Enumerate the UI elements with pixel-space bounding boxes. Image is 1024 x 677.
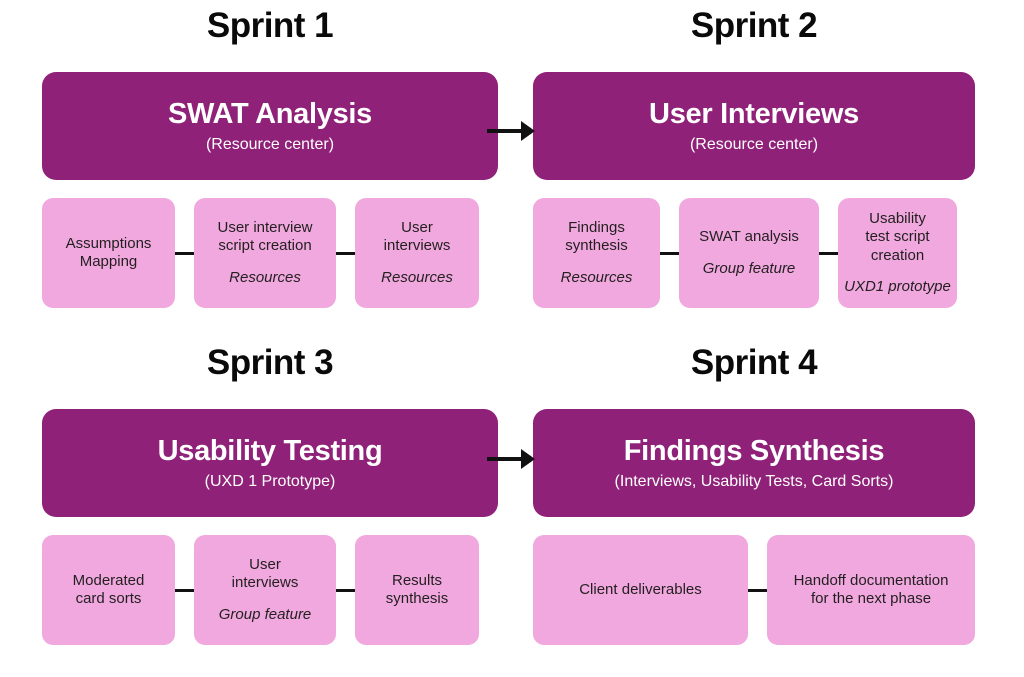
task-note: Group feature: [218, 605, 312, 623]
sprint-group-4: Sprint 4 Findings Synthesis (Interviews,…: [533, 345, 975, 645]
task-card[interactable]: Handoff documentation for the next phase: [767, 535, 975, 645]
task-card[interactable]: User interviews Group feature: [194, 535, 336, 645]
sprint-task-row-2: Findings synthesis Resources SWAT analysi…: [533, 198, 975, 308]
task-connector: [336, 251, 355, 255]
task-card[interactable]: Usability test script creation UXD1 protot…: [838, 198, 957, 308]
arrow-head: [521, 121, 535, 141]
task-card[interactable]: SWAT analysis Group feature: [679, 198, 819, 308]
task-note: UXD1 prototype: [844, 277, 951, 295]
sprint-main-subtitle-2: (Resource center): [689, 136, 819, 154]
sprint-group-1: Sprint 1 SWAT Analysis (Resource center)…: [42, 8, 498, 308]
sprint-roadmap-diagram: Sprint 1 SWAT Analysis (Resource center)…: [0, 0, 1024, 677]
sprint-main-card-2[interactable]: User Interviews (Resource center): [533, 72, 975, 180]
task-card[interactable]: User interviews Resources: [355, 198, 479, 308]
task-card[interactable]: User interview script creation Resources: [194, 198, 336, 308]
task-label: Moderated card sorts: [72, 571, 145, 607]
sprint-title-2: Sprint 2: [690, 6, 818, 45]
task-note: Group feature: [702, 259, 796, 277]
task-label: Results synthesis: [385, 571, 449, 607]
task-note: Resources: [229, 268, 301, 286]
task-label: Assumptions Mapping: [65, 234, 152, 270]
task-label: Handoff documentation for the next phase: [793, 571, 949, 607]
task-card[interactable]: Moderated card sorts: [42, 535, 175, 645]
sprint-title-1: Sprint 1: [206, 6, 334, 45]
task-connector: [336, 588, 355, 592]
task-label: User interviews: [383, 219, 451, 255]
task-label: User interview script creation: [217, 219, 313, 255]
sprint-title-3: Sprint 3: [206, 343, 334, 382]
task-card[interactable]: Client deliverables: [533, 535, 748, 645]
task-note: Resources: [381, 268, 453, 286]
sprint-main-card-1[interactable]: SWAT Analysis (Resource center): [42, 72, 498, 180]
sprint-task-row-1: Assumptions Mapping User interview script …: [42, 198, 498, 308]
task-note: Resources: [560, 268, 633, 286]
sprint-main-title-2: User Interviews: [649, 97, 859, 130]
task-label: Usability test script creation: [865, 209, 930, 264]
sprint-main-subtitle-4: (Interviews, Usability Tests, Card Sorts…: [614, 473, 894, 491]
task-label: SWAT analysis: [699, 228, 799, 246]
sprint-main-title-1: SWAT Analysis: [168, 97, 372, 130]
task-label: Findings synthesis: [565, 219, 628, 255]
task-label: Client deliverables: [579, 580, 702, 598]
task-card[interactable]: Assumptions Mapping: [42, 198, 175, 308]
sprint-main-title-4: Findings Synthesis: [623, 434, 885, 467]
task-connector: [748, 588, 767, 592]
task-connector: [175, 588, 194, 592]
sprint-main-subtitle-1: (Resource center): [205, 136, 335, 154]
sprint-main-subtitle-3: (UXD 1 Prototype): [204, 473, 336, 491]
sprint-group-3: Sprint 3 Usability Testing (UXD 1 Protot…: [42, 345, 498, 645]
sprint-task-row-3: Moderated card sorts User interviews Group…: [42, 535, 498, 645]
task-label: User interviews: [231, 556, 299, 592]
task-connector: [175, 251, 194, 255]
task-card[interactable]: Findings synthesis Resources: [533, 198, 660, 308]
sprint-main-card-4[interactable]: Findings Synthesis (Interviews, Usabilit…: [533, 409, 975, 517]
sprint-title-4: Sprint 4: [690, 343, 818, 382]
task-connector: [660, 251, 679, 255]
arrow-right-icon: [487, 121, 535, 141]
task-connector: [819, 251, 838, 255]
task-card[interactable]: Results synthesis: [355, 535, 479, 645]
sprint-main-title-3: Usability Testing: [157, 434, 383, 467]
sprint-main-card-3[interactable]: Usability Testing (UXD 1 Prototype): [42, 409, 498, 517]
sprint-task-row-4: Client deliverables Handoff documentatio…: [533, 535, 975, 645]
arrow-head: [521, 449, 535, 469]
sprint-group-2: Sprint 2 User Interviews (Resource cente…: [533, 8, 975, 308]
arrow-right-icon: [487, 449, 535, 469]
